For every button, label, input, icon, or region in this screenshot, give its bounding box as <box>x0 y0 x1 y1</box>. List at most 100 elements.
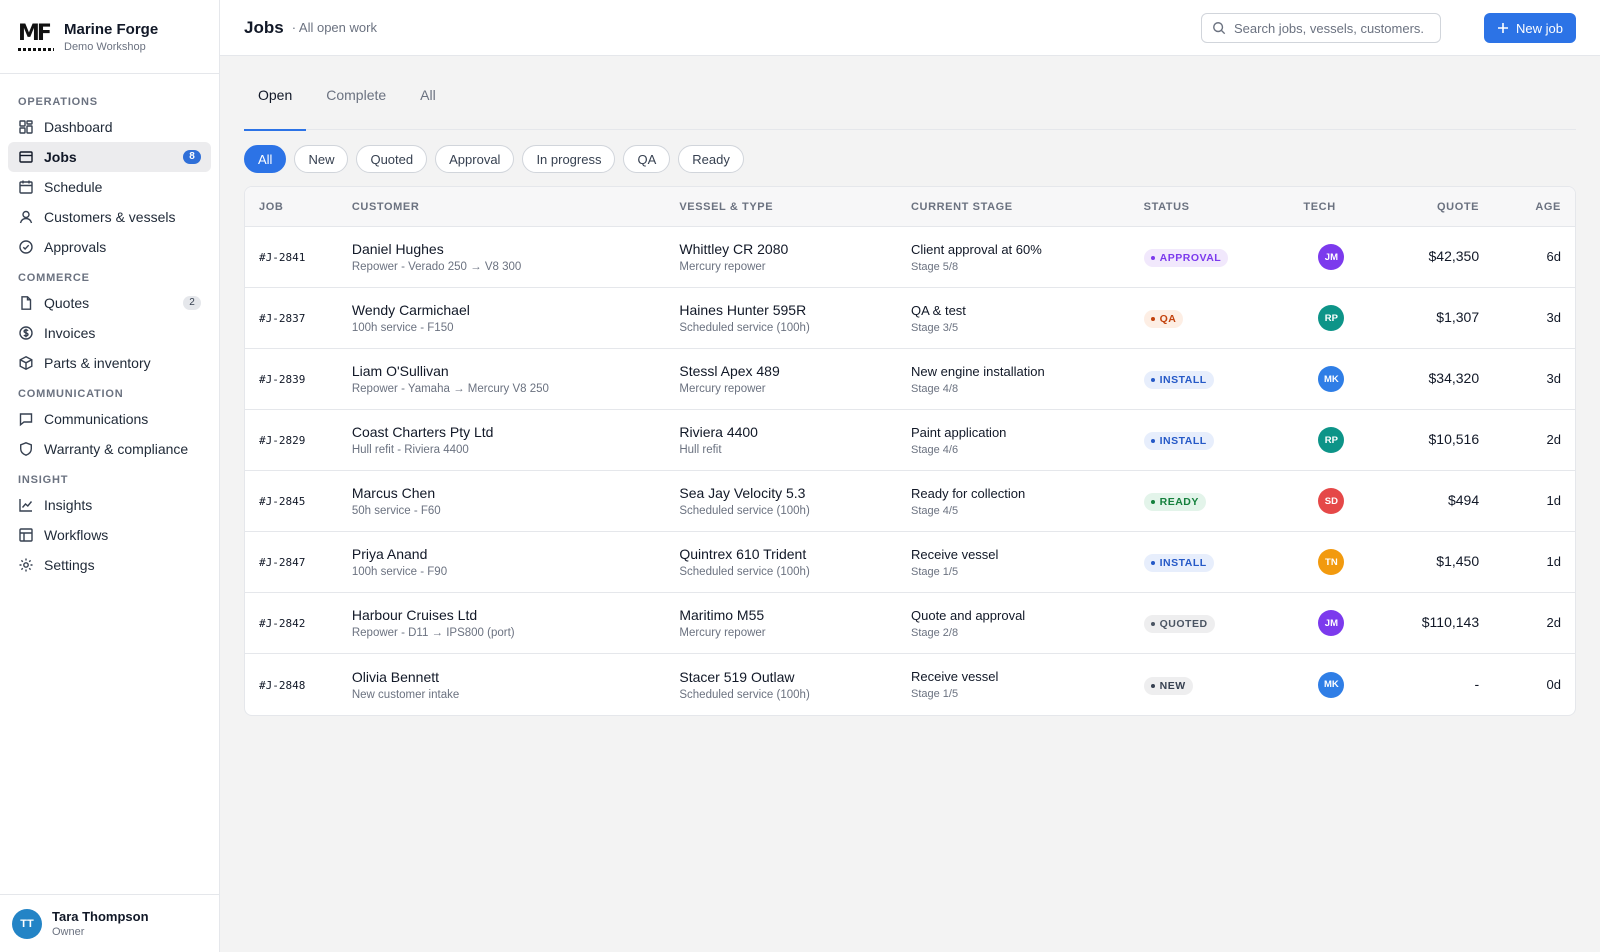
customer-name[interactable]: Liam O'Sullivan <box>352 363 680 379</box>
sidebar-item-warranty-compliance[interactable]: Warranty & compliance <box>8 434 211 464</box>
sidebar-item-customers-vessels[interactable]: Customers & vessels <box>8 202 211 232</box>
status-cell: INSTALL <box>1143 552 1304 572</box>
job-id[interactable]: #J-2847 <box>259 556 305 569</box>
tech-avatar[interactable]: SD <box>1318 488 1345 514</box>
status-dot-icon <box>1150 683 1155 688</box>
table-body: #J-2841 Daniel Hughes Repower - Verado 250… <box>245 227 1575 715</box>
job-id[interactable]: #J-2848 <box>259 679 305 692</box>
customer-name[interactable]: Wendy Carmichael <box>352 302 680 318</box>
column-header[interactable]: AGE <box>1479 201 1575 213</box>
sidebar-item-settings[interactable]: Settings <box>8 550 211 580</box>
customer-name[interactable]: Daniel Hughes <box>352 241 680 257</box>
filter-chip-new[interactable]: New <box>294 145 349 173</box>
status-dot-icon <box>1150 317 1155 321</box>
age-cell: 3d <box>1479 370 1575 388</box>
column-header[interactable]: CURRENT STAGE <box>911 201 1144 213</box>
column-header[interactable]: STATUS <box>1144 201 1304 213</box>
avatar: TT <box>12 908 42 939</box>
sidebar-item-label: Invoices <box>44 325 96 341</box>
sidebar-item-approvals[interactable]: Approvals <box>8 232 211 262</box>
tab-complete[interactable]: Complete <box>312 68 400 121</box>
vessel-name: Whittley CR 2080 <box>679 241 789 257</box>
brand[interactable]: MF Marine Forge Demo Workshop <box>0 0 219 74</box>
sidebar-item-workflows[interactable]: Workflows <box>8 520 211 550</box>
job-id[interactable]: #J-2837 <box>259 312 305 325</box>
table-row[interactable]: #J-2829 Coast Charters Pty Ltd Hull refit … <box>245 410 1575 471</box>
filter-chip-all[interactable]: All <box>244 145 287 173</box>
sidebar-item-schedule[interactable]: Schedule <box>8 172 211 202</box>
tech-avatar[interactable]: RP <box>1318 427 1345 453</box>
status-badge: INSTALL <box>1143 554 1214 572</box>
table-row[interactable]: #J-2848 Olivia Bennett New customer intake… <box>245 654 1575 715</box>
vessel-name: Stacer 519 Outlaw <box>679 668 795 685</box>
new-job-button[interactable]: New job <box>1484 13 1576 43</box>
customer-name[interactable]: Harbour Cruises Ltd <box>352 607 680 623</box>
filter-chip-in-progress[interactable]: In progress <box>522 145 616 173</box>
customer-cell: Liam O'Sullivan Repower - Yamaha → Mercur… <box>352 363 680 395</box>
stage-cell: Receive vessel Stage 1/5 <box>911 669 1144 700</box>
column-header[interactable]: TECH <box>1303 201 1389 213</box>
tech-avatar[interactable]: TN <box>1318 549 1345 575</box>
tech-avatar[interactable]: JM <box>1318 244 1345 270</box>
status-label: QUOTED <box>1159 618 1208 630</box>
count-badge: 2 <box>183 296 201 310</box>
job-id[interactable]: #J-2839 <box>259 373 305 386</box>
nav-section-title: OPERATIONS <box>18 96 98 108</box>
customer-name[interactable]: Priya Anand <box>352 546 680 562</box>
tech-avatar[interactable]: JM <box>1318 610 1345 636</box>
filter-chip-qa[interactable]: QA <box>623 145 671 173</box>
stage-name: Ready for collection <box>911 485 1026 501</box>
customer-name[interactable]: Olivia Bennett <box>352 669 680 685</box>
sidebar-item-insights[interactable]: Insights <box>8 490 211 520</box>
column-header[interactable]: VESSEL & TYPE <box>679 201 911 213</box>
customer-name[interactable]: Coast Charters Pty Ltd <box>352 424 680 440</box>
age-cell: 1d <box>1479 553 1575 571</box>
stage-cell: New engine installation Stage 4/8 <box>911 364 1144 395</box>
filter-chip-approval[interactable]: Approval <box>435 145 515 173</box>
job-id[interactable]: #J-2829 <box>259 434 305 447</box>
tech-cell: JM <box>1303 610 1389 636</box>
tech-avatar[interactable]: MK <box>1318 671 1345 698</box>
count-badge: 8 <box>183 150 201 164</box>
sidebar-item-dashboard[interactable]: Dashboard <box>8 112 211 142</box>
job-description: 100h service - F90 <box>351 566 448 578</box>
table-row[interactable]: #J-2845 Marcus Chen 50h service - F60 Sea J… <box>245 471 1575 532</box>
job-cell: #J-2845 <box>245 492 352 510</box>
nav-section-title: COMMERCE <box>18 272 90 284</box>
job-id[interactable]: #J-2845 <box>259 495 305 508</box>
filter-chip-ready[interactable]: Ready <box>678 145 744 173</box>
sidebar-item-parts-inventory[interactable]: Parts & inventory <box>8 348 211 378</box>
sidebar-item-invoices[interactable]: Invoices <box>8 318 211 348</box>
search-input[interactable] <box>1234 20 1424 36</box>
sidebar-item-label: Settings <box>44 557 95 573</box>
job-id[interactable]: #J-2841 <box>259 251 305 264</box>
status-cell: READY <box>1143 491 1304 511</box>
box-icon <box>18 355 34 371</box>
column-header[interactable]: CUSTOMER <box>352 201 680 213</box>
table-row[interactable]: #J-2837 Wendy Carmichael 100h service - F1… <box>245 288 1575 349</box>
user-profile[interactable]: TT Tara Thompson Owner <box>0 894 219 952</box>
column-header[interactable]: JOB <box>245 201 352 213</box>
sidebar-item-communications[interactable]: Communications <box>8 404 211 434</box>
tab-open[interactable]: Open <box>244 68 307 131</box>
table-row[interactable]: #J-2847 Priya Anand 100h service - F90 Quin… <box>245 532 1575 593</box>
customer-cell: Wendy Carmichael 100h service - F150 <box>352 302 680 334</box>
tech-avatar[interactable]: MK <box>1318 366 1345 392</box>
status-cell: QA <box>1143 308 1304 328</box>
search-box[interactable] <box>1201 13 1441 43</box>
tech-cell: RP <box>1303 305 1389 331</box>
tech-cell: MK <box>1303 671 1389 698</box>
tech-avatar[interactable]: RP <box>1318 305 1345 331</box>
job-id[interactable]: #J-2842 <box>259 617 305 630</box>
filter-chip-quoted[interactable]: Quoted <box>356 145 428 173</box>
table-row[interactable]: #J-2841 Daniel Hughes Repower - Verado 250… <box>245 227 1575 288</box>
tab-all[interactable]: All <box>406 68 450 121</box>
column-header[interactable]: QUOTE <box>1389 201 1479 213</box>
table-row[interactable]: #J-2842 Harbour Cruises Ltd Repower - D11 … <box>245 593 1575 654</box>
quote-cell: $494 <box>1389 492 1479 510</box>
sidebar-item-jobs[interactable]: Jobs 8 <box>8 142 211 172</box>
table-row[interactable]: #J-2839 Liam O'Sullivan Repower - Yamaha →… <box>245 349 1575 410</box>
sidebar-item-quotes[interactable]: Quotes 2 <box>8 288 211 318</box>
customer-name[interactable]: Marcus Chen <box>352 485 680 501</box>
status-label: INSTALL <box>1159 435 1207 447</box>
